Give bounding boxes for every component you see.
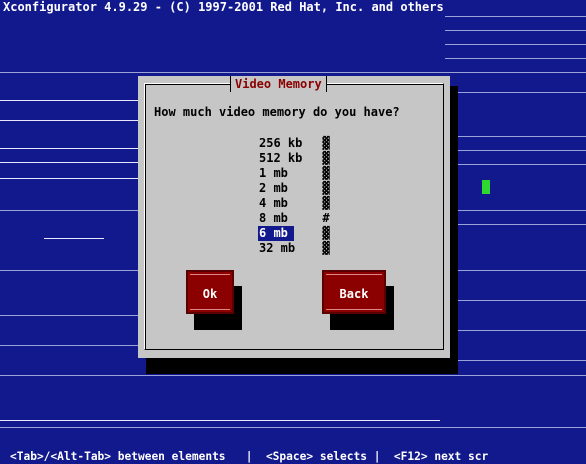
- scrollbar-cell: ▓: [322, 181, 330, 195]
- background-line: [455, 92, 586, 93]
- list-item[interactable]: 2 mb: [258, 181, 330, 196]
- dialog-title: Video Memory: [230, 76, 327, 92]
- list-item[interactable]: 256 kb: [258, 136, 330, 151]
- background-line: [455, 150, 586, 151]
- list-scrollbar[interactable]: ▓ ▓ ▓ ▓ ▓ # ▓ ▓: [322, 136, 330, 256]
- background-line: [0, 420, 440, 421]
- background-line: [0, 100, 138, 101]
- background-line: [445, 58, 586, 59]
- list-item-selected[interactable]: 6 mb: [258, 226, 330, 241]
- background-line: [445, 44, 586, 45]
- list-item[interactable]: 1 mb: [258, 166, 330, 181]
- background-line: [455, 136, 586, 137]
- video-memory-dialog: Video Memory How much video memory do yo…: [138, 76, 450, 358]
- background-line: [0, 210, 138, 211]
- window-title: Xconfigurator 4.9.29 - (C) 1997-2001 Red…: [3, 0, 444, 14]
- background-line: [445, 16, 586, 17]
- scrollbar-cell: ▓: [322, 241, 330, 255]
- ok-button-label: Ok: [202, 287, 218, 301]
- background-line: [0, 270, 138, 271]
- ok-button[interactable]: Ok: [186, 270, 234, 314]
- background-line: [455, 270, 586, 271]
- memory-listbox[interactable]: 256 kb 512 kb 1 mb 2 mb 4 mb 8 mb 6 mb 3…: [258, 136, 330, 256]
- scrollbar-cell: ▓: [322, 226, 330, 240]
- background-line: [0, 427, 586, 428]
- question-text: How much video memory do you have?: [154, 105, 400, 119]
- background-line: [0, 315, 138, 316]
- scrollbar-cell: ▓: [322, 151, 330, 165]
- terminal-cursor: [482, 180, 490, 194]
- background-line: [455, 300, 586, 301]
- list-item[interactable]: 512 kb: [258, 151, 330, 166]
- background-line: [0, 375, 586, 376]
- back-button-label: Back: [339, 287, 369, 301]
- background-line: [0, 120, 138, 121]
- background-line: [455, 360, 586, 361]
- background-line: [455, 164, 586, 165]
- scrollbar-cell: ▓: [322, 196, 330, 210]
- back-button[interactable]: Back: [322, 270, 386, 314]
- background-line: [0, 162, 138, 163]
- key-help-bar: <Tab>/<Alt-Tab> between elements | <Spac…: [10, 450, 489, 463]
- background-line: [0, 345, 138, 346]
- background-line: [0, 72, 586, 73]
- background-line: [0, 148, 138, 149]
- background-line: [455, 330, 586, 331]
- scrollbar-cell: ▓: [322, 166, 330, 180]
- background-line: [44, 238, 104, 239]
- list-item[interactable]: 4 mb: [258, 196, 330, 211]
- list-item[interactable]: 8 mb: [258, 211, 330, 226]
- scrollbar-cell: ▓: [322, 136, 330, 150]
- background-line: [455, 224, 586, 225]
- background-line: [455, 210, 586, 211]
- scrollbar-thumb[interactable]: #: [322, 211, 330, 226]
- background-line: [0, 178, 138, 179]
- list-item[interactable]: 32 mb: [258, 241, 330, 256]
- background-line: [445, 30, 586, 31]
